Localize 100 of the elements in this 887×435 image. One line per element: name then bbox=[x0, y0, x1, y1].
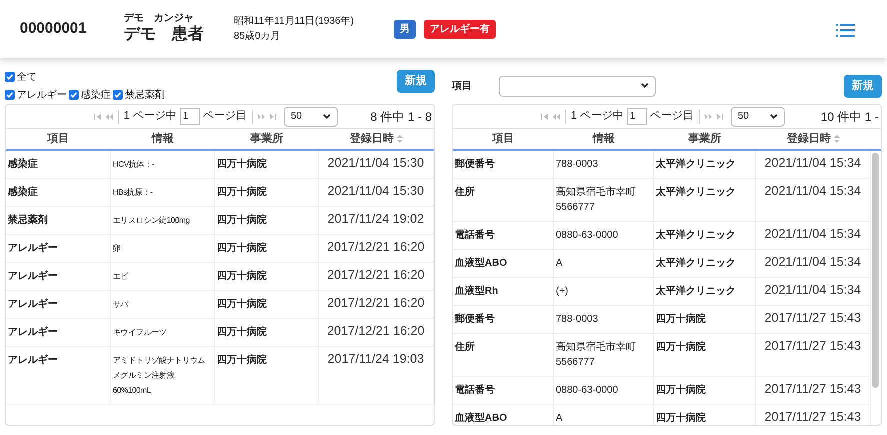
table-cell: アレルギー bbox=[6, 347, 111, 404]
checkbox[interactable] bbox=[5, 90, 15, 100]
column-header[interactable]: 事業所 bbox=[654, 130, 756, 148]
table-cell: エリスロシン錠100mg bbox=[111, 207, 215, 234]
next-page-icon[interactable] bbox=[705, 112, 713, 120]
table-cell: 2021/11/04 15:34 bbox=[756, 179, 871, 221]
table-cell: 太平洋クリニック bbox=[654, 222, 756, 249]
table-cell: 四万十病院 bbox=[215, 319, 319, 346]
last-page-icon[interactable] bbox=[716, 112, 724, 120]
per-page-select[interactable]: 50 bbox=[731, 106, 785, 126]
table-cell: 2021/11/04 15:30 bbox=[319, 151, 434, 178]
page-input[interactable]: 1 bbox=[627, 108, 647, 125]
filter-label: 禁忌薬剤 bbox=[125, 88, 165, 102]
table-cell: アレルギー bbox=[6, 291, 111, 318]
record-count: 8 件中 1 - 8 bbox=[370, 108, 433, 126]
last-page-icon[interactable] bbox=[269, 112, 277, 120]
column-header[interactable]: 情報 bbox=[111, 130, 215, 148]
first-page-icon[interactable] bbox=[94, 112, 102, 120]
page-input[interactable]: 1 bbox=[180, 108, 200, 125]
page-count-text: 1 ページ中 bbox=[124, 109, 177, 124]
table-cell: 卵 bbox=[111, 235, 215, 262]
table-cell: キウイフルーツ bbox=[111, 319, 215, 346]
table-cell: 四万十病院 bbox=[215, 179, 319, 206]
table-cell: 2017/11/24 19:03 bbox=[319, 347, 434, 404]
table-cell: 2021/11/04 15:34 bbox=[756, 250, 871, 277]
table-cell: アレルギー bbox=[6, 263, 111, 290]
badge: アレルギー有 bbox=[424, 20, 496, 38]
column-header[interactable]: 登録日時 bbox=[319, 130, 434, 148]
table-cell: 電話番号 bbox=[453, 377, 554, 404]
table-cell: 2021/11/04 15:34 bbox=[756, 222, 871, 249]
previous-page-icon[interactable] bbox=[552, 112, 560, 120]
table-cell: 2017/11/27 15:43 bbox=[756, 377, 871, 404]
table-cell: A bbox=[554, 250, 654, 277]
column-header[interactable]: 情報 bbox=[554, 130, 654, 148]
table-cell: 感染症 bbox=[6, 151, 111, 178]
table-cell: (+) bbox=[554, 278, 654, 305]
item-filter-label: 項目 bbox=[452, 80, 473, 94]
column-header[interactable]: 事業所 bbox=[215, 130, 319, 148]
table-cell: 0880-63-0000 bbox=[554, 222, 654, 249]
next-page-icon[interactable] bbox=[258, 112, 266, 120]
column-header[interactable]: 項目 bbox=[453, 130, 554, 148]
filter-label: 感染症 bbox=[81, 88, 111, 102]
table-cell: 禁忌薬剤 bbox=[6, 207, 111, 234]
table-cell: 血液型ABO bbox=[453, 250, 554, 277]
table-cell: HBs抗原：- bbox=[111, 179, 215, 206]
table-cell: 郵便番号 bbox=[453, 151, 554, 178]
filter-label: 全て bbox=[17, 70, 37, 84]
table-cell: 四万十病院 bbox=[215, 151, 319, 178]
table-cell: 2021/11/04 15:30 bbox=[319, 179, 434, 206]
table-cell: 郵便番号 bbox=[453, 306, 554, 333]
patient-age: 85歳0カ月 bbox=[234, 30, 282, 44]
table-cell: 2017/12/21 16:20 bbox=[319, 319, 434, 346]
sort-icon[interactable] bbox=[834, 135, 840, 143]
table-cell: 2017/11/24 19:02 bbox=[319, 207, 434, 234]
table-cell: 2017/11/27 15:43 bbox=[756, 306, 871, 333]
first-page-icon[interactable] bbox=[540, 112, 549, 120]
table-cell: 四万十病院 bbox=[654, 405, 756, 425]
table-cell: 太平洋クリニック bbox=[654, 250, 756, 277]
checkbox[interactable] bbox=[69, 90, 79, 100]
table-cell: HCV抗体：- bbox=[111, 151, 215, 178]
table-cell: 0880-63-0000 bbox=[554, 377, 654, 404]
table-cell: 2017/12/21 16:20 bbox=[319, 291, 434, 318]
table-cell: 2021/11/04 15:34 bbox=[756, 278, 871, 305]
column-header[interactable]: 登録日時 bbox=[756, 130, 871, 148]
table-cell: 太平洋クリニック bbox=[654, 179, 756, 221]
table-cell: 四万十病院 bbox=[215, 291, 319, 318]
table-cell: 住所 bbox=[453, 179, 554, 221]
table-cell: 高知県宿毛市幸町5566777 bbox=[554, 334, 654, 376]
patient-id: 00000001 bbox=[20, 18, 88, 39]
table-cell: 2017/11/27 15:43 bbox=[756, 405, 871, 425]
table-cell: 血液型Rh bbox=[453, 278, 554, 305]
record-count: 10 件中 1 - bbox=[820, 108, 880, 126]
checkbox[interactable] bbox=[113, 90, 123, 100]
table-cell: 四万十病院 bbox=[654, 334, 756, 376]
scrollbar[interactable] bbox=[872, 153, 879, 388]
item-select[interactable] bbox=[499, 76, 656, 96]
previous-page-icon[interactable] bbox=[104, 112, 113, 120]
sort-icon[interactable] bbox=[397, 135, 403, 143]
table-cell: 四万十病院 bbox=[654, 306, 756, 333]
column-header[interactable]: 項目 bbox=[6, 130, 111, 148]
table-cell: 2017/11/27 15:43 bbox=[756, 334, 871, 376]
per-page-select[interactable]: 50 bbox=[284, 106, 338, 126]
filter-label: アレルギー bbox=[17, 88, 67, 102]
birth-date: 昭和11年11月11日(1936年) bbox=[234, 14, 356, 29]
table-cell: 感染症 bbox=[6, 179, 111, 206]
table-cell: 太平洋クリニック bbox=[654, 151, 756, 178]
badge: 男 bbox=[394, 20, 416, 38]
patient-kana: デモ カンジャ bbox=[124, 13, 195, 25]
table-cell: 2017/12/21 16:20 bbox=[319, 235, 434, 262]
table-cell: 高知県宿毛市幸町5566777 bbox=[554, 179, 654, 221]
checkbox[interactable] bbox=[5, 72, 15, 82]
table-cell: 血液型ABO bbox=[453, 405, 554, 425]
patient-name: デモ 患者 bbox=[124, 25, 205, 45]
table-cell: 788-0003 bbox=[554, 151, 654, 178]
table-cell: アレルギー bbox=[6, 319, 111, 346]
chevron-down-icon bbox=[770, 114, 778, 120]
menu-icon[interactable] bbox=[836, 23, 855, 38]
chevron-down-icon bbox=[641, 83, 649, 89]
table-cell: 住所 bbox=[453, 334, 554, 376]
table-cell: エビ bbox=[111, 263, 215, 290]
